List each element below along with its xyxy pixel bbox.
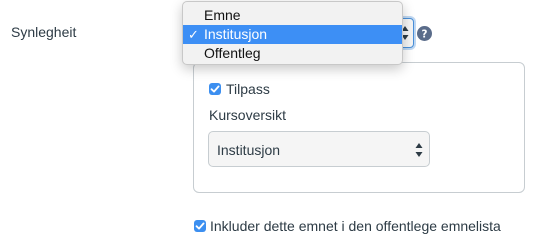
check-icon — [195, 222, 205, 230]
checkmark-icon: ✓ — [188, 27, 199, 42]
dropdown-option-offentleg[interactable]: Offentleg — [183, 44, 402, 63]
question-circle-icon[interactable]: ? — [417, 26, 432, 41]
svg-text:?: ? — [422, 28, 428, 40]
customize-checkbox[interactable] — [209, 83, 221, 95]
visibility-dropdown-menu: Emne ✓ Institusjon Offentleg — [182, 1, 403, 65]
customize-checkbox-label[interactable]: Tilpass — [226, 81, 270, 97]
select-arrows-icon — [415, 143, 423, 157]
course-overview-value: Institusjon — [217, 142, 281, 158]
public-list-checkbox-label[interactable]: Inkluder dette emnet i den offentlege em… — [210, 218, 501, 234]
dropdown-option-emne[interactable]: Emne — [183, 6, 402, 25]
public-list-checkbox[interactable] — [194, 220, 206, 232]
dropdown-option-institusjon[interactable]: ✓ Institusjon — [183, 25, 402, 44]
check-icon — [210, 85, 220, 93]
course-overview-label: Kursoversikt — [209, 107, 287, 123]
course-overview-select[interactable]: Institusjon — [208, 131, 430, 167]
visibility-label: Synlegheit — [11, 24, 77, 40]
